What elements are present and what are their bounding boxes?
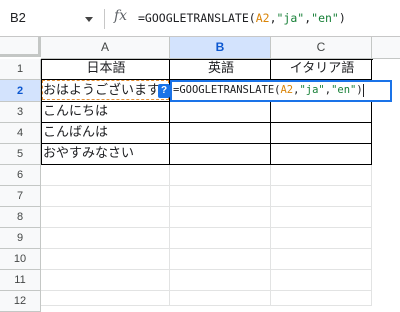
cell-c11[interactable]: [271, 270, 372, 291]
row-header-12[interactable]: 12: [0, 291, 41, 312]
cell-b5[interactable]: [170, 144, 271, 165]
cell-c10[interactable]: [271, 249, 372, 270]
cell-c7[interactable]: [271, 186, 372, 207]
cell-a7[interactable]: [41, 186, 170, 207]
cell-c9[interactable]: [271, 228, 372, 249]
cell-c3[interactable]: [271, 102, 372, 123]
spreadsheet-grid: A B C 1 2 3 4 5 6 7 8 9 10 11 12 日本語 英語 …: [0, 37, 400, 312]
cell-b7[interactable]: [170, 186, 271, 207]
cell-b12[interactable]: [170, 291, 271, 306]
cell-c4[interactable]: [271, 123, 372, 144]
cell-a10[interactable]: [41, 249, 170, 270]
row-header-1[interactable]: 1: [0, 59, 41, 80]
name-box[interactable]: B2: [10, 10, 26, 25]
row-header-5[interactable]: 5: [0, 144, 41, 165]
column-header-c[interactable]: C: [271, 37, 372, 59]
fx-icon: fx: [114, 8, 128, 24]
formula-function: =GOOGLETRANSLATE(: [138, 11, 256, 25]
cell-a5[interactable]: おやすみなさい: [41, 144, 170, 165]
formula-source-lang: "ja": [276, 11, 305, 25]
row-header-11[interactable]: 11: [0, 270, 41, 291]
row-header-9[interactable]: 9: [0, 228, 41, 249]
cell-b6[interactable]: [170, 165, 271, 186]
cell-c6[interactable]: [271, 165, 372, 186]
cell-b10[interactable]: [170, 249, 271, 270]
row-header-7[interactable]: 7: [0, 186, 41, 207]
cell-a2[interactable]: おはようございます: [41, 80, 170, 102]
cell-b4[interactable]: [170, 123, 271, 144]
cell-a3[interactable]: こんにちは: [41, 102, 170, 123]
divider: [104, 9, 105, 29]
cell-a8[interactable]: [41, 207, 170, 228]
cell-b3[interactable]: [170, 102, 271, 123]
formula-reference: A2: [255, 11, 270, 25]
editor-source-lang: "ja": [299, 84, 325, 96]
cell-b11[interactable]: [170, 270, 271, 291]
formula-target-lang: "en": [311, 11, 339, 25]
cell-a9[interactable]: [41, 228, 170, 249]
formula-bar: B2 fx =GOOGLETRANSLATE(A2,"ja","en"): [0, 0, 400, 37]
cell-c8[interactable]: [271, 207, 372, 228]
editor-reference: A2: [280, 84, 294, 96]
cell-b1[interactable]: 英語: [170, 59, 271, 80]
cell-a4[interactable]: こんばんは: [41, 123, 170, 144]
row-header-8[interactable]: 8: [0, 207, 41, 228]
cell-c1[interactable]: イタリア語: [271, 59, 372, 80]
select-all-corner[interactable]: [0, 37, 41, 57]
formula-close-paren: ): [338, 11, 346, 25]
row-header-10[interactable]: 10: [0, 249, 41, 270]
editor-target-lang: "en": [331, 84, 357, 96]
formula-help-icon[interactable]: ?: [158, 84, 170, 98]
cell-a11[interactable]: [41, 270, 170, 291]
cell-editor-b2[interactable]: =GOOGLETRANSLATE(A2,"ja","en"): [170, 80, 392, 102]
column-header-d[interactable]: [372, 37, 400, 59]
chevron-down-icon[interactable]: [85, 17, 93, 22]
formula-separator: ,: [269, 11, 277, 25]
row-header-3[interactable]: 3: [0, 102, 41, 123]
cell-c5[interactable]: [271, 144, 372, 165]
column-header-a[interactable]: A: [41, 37, 170, 59]
cell-b9[interactable]: [170, 228, 271, 249]
cell-a12[interactable]: [41, 291, 170, 306]
text-caret: [362, 83, 364, 97]
column-header-b[interactable]: B: [170, 37, 271, 59]
row-header-2[interactable]: 2: [0, 80, 41, 102]
row-header-6[interactable]: 6: [0, 165, 41, 186]
cell-c12[interactable]: [271, 291, 372, 306]
cell-b8[interactable]: [170, 207, 271, 228]
row-header-4[interactable]: 4: [0, 123, 41, 144]
cell-a1[interactable]: 日本語: [41, 59, 170, 80]
formula-input[interactable]: =GOOGLETRANSLATE(A2,"ja","en"): [138, 11, 346, 25]
cell-a6[interactable]: [41, 165, 170, 186]
editor-function: =GOOGLETRANSLATE(: [173, 84, 281, 96]
